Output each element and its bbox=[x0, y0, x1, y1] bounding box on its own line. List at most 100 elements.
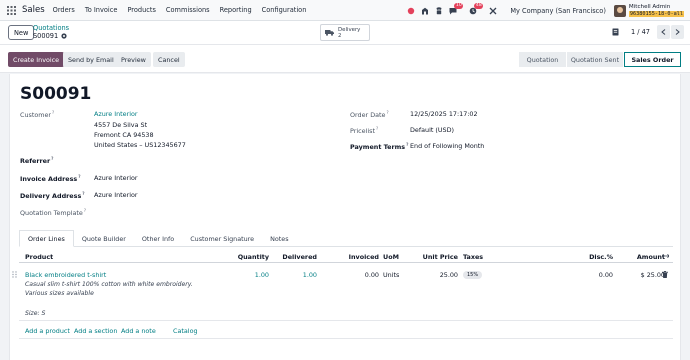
line-invoiced: 0.00 bbox=[364, 271, 379, 279]
add-note-link[interactable]: Add a note bbox=[121, 327, 156, 335]
line-variant-size: Size: S bbox=[25, 310, 46, 317]
cancel-button[interactable]: Cancel bbox=[153, 52, 185, 67]
invoice-address-field[interactable]: Azure Interior bbox=[94, 174, 138, 182]
table-row[interactable]: Black embroidered t-shirt Casual slim t-… bbox=[12, 267, 673, 321]
user-name: Mitchell Admin bbox=[628, 3, 671, 10]
help-icon[interactable]: ? bbox=[51, 156, 53, 161]
stage-selector: Quotation Quotation Sent Sales Order bbox=[519, 52, 681, 67]
messages-badge: 10 bbox=[454, 3, 464, 9]
form-sheet: S00091 Customer? Azure Interior 4557 De … bbox=[9, 74, 681, 360]
add-product-link[interactable]: Add a product bbox=[25, 327, 70, 335]
tab-order-lines[interactable]: Order Lines bbox=[19, 230, 74, 247]
breadcrumb-current: S00091 bbox=[33, 32, 69, 40]
user-menu[interactable]: Mitchell Admin 96380155-18-0-all bbox=[628, 3, 684, 18]
customer-label: Customer? bbox=[20, 110, 55, 120]
payment-terms-label: Payment Terms? bbox=[350, 142, 409, 152]
payment-terms-field[interactable]: End of Following Month bbox=[410, 142, 484, 150]
line-uom[interactable]: Units bbox=[383, 271, 399, 279]
top-navbar: Sales Orders To Invoice Products Commiss… bbox=[0, 0, 690, 21]
stage-quotation[interactable]: Quotation bbox=[519, 52, 567, 67]
shop-icon[interactable] bbox=[418, 0, 432, 21]
activity-clock-icon[interactable]: 48 bbox=[466, 0, 484, 21]
delivery-address-field[interactable]: Azure Interior bbox=[94, 191, 138, 199]
help-icon[interactable]: ? bbox=[52, 110, 54, 115]
pager-previous-button[interactable] bbox=[657, 25, 670, 39]
optional-columns-icon[interactable] bbox=[661, 253, 670, 261]
preview-button[interactable]: Preview bbox=[116, 52, 151, 67]
control-panel: New Quotations S00091 Delivery 2 1 / 47 bbox=[0, 21, 690, 45]
user-avatar[interactable] bbox=[613, 4, 626, 17]
col-discount[interactable]: Disc.% bbox=[563, 253, 613, 261]
delivery-smart-button[interactable]: Delivery 2 bbox=[320, 24, 370, 41]
order-date-field[interactable]: 12/25/2025 17:17:02 bbox=[410, 110, 478, 118]
menu-reporting[interactable]: Reporting bbox=[220, 6, 252, 14]
customer-street: 4557 De Silva St bbox=[94, 121, 148, 129]
stage-sales-order[interactable]: Sales Order bbox=[624, 52, 681, 67]
catalog-link[interactable]: Catalog bbox=[173, 327, 198, 335]
col-quantity[interactable]: Quantity bbox=[219, 253, 269, 261]
delivery-address-label: Delivery Address? bbox=[20, 191, 85, 201]
line-discount[interactable]: 0.00 bbox=[563, 271, 613, 279]
add-section-link[interactable]: Add a section bbox=[74, 327, 117, 335]
help-icon[interactable]: ? bbox=[376, 126, 378, 131]
messages-icon[interactable]: 10 bbox=[446, 0, 464, 21]
menu-configuration[interactable]: Configuration bbox=[262, 6, 307, 14]
menu-orders[interactable]: Orders bbox=[53, 6, 75, 14]
tab-other-info[interactable]: Other Info bbox=[134, 230, 182, 247]
pricelist-field[interactable]: Default (USD) bbox=[410, 126, 454, 134]
menu-to-invoice[interactable]: To Invoice bbox=[85, 6, 118, 14]
col-amount[interactable]: Amount bbox=[615, 253, 665, 261]
create-invoice-button[interactable]: Create Invoice bbox=[8, 52, 65, 67]
menu-products[interactable]: Products bbox=[127, 6, 155, 14]
help-icon[interactable]: ? bbox=[78, 174, 80, 179]
tab-customer-signature[interactable]: Customer Signature bbox=[182, 230, 262, 247]
help-icon[interactable]: ? bbox=[406, 142, 408, 147]
chevron-left-icon bbox=[661, 29, 666, 35]
app-name[interactable]: Sales bbox=[22, 5, 45, 15]
delivery-count: 2 bbox=[338, 32, 342, 39]
col-uom[interactable]: UoM bbox=[383, 253, 399, 261]
apps-grid-icon[interactable] bbox=[0, 0, 22, 21]
phone-icon[interactable] bbox=[432, 0, 446, 21]
pricelist-label: Pricelist? bbox=[350, 126, 379, 136]
gear-icon[interactable] bbox=[61, 33, 67, 39]
help-icon[interactable]: ? bbox=[82, 191, 84, 196]
stage-quotation-sent[interactable]: Quotation Sent bbox=[567, 52, 624, 67]
invoice-address-label: Invoice Address? bbox=[20, 174, 81, 184]
debug-tools-icon[interactable] bbox=[486, 0, 500, 21]
company-switcher[interactable]: My Company (San Francisco) bbox=[510, 7, 606, 15]
quotation-template-label: Quotation Template? bbox=[20, 208, 86, 218]
new-button[interactable]: New bbox=[8, 25, 35, 40]
line-product[interactable]: Black embroidered t-shirt bbox=[25, 271, 106, 279]
line-quantity[interactable]: 1.00 bbox=[219, 271, 269, 279]
pager-value[interactable]: 1 / 47 bbox=[631, 28, 650, 36]
line-unit-price[interactable]: 25.00 bbox=[408, 271, 458, 279]
order-lines-header: Product Quantity Delivered Invoiced UoM … bbox=[19, 251, 673, 263]
help-icon[interactable]: ? bbox=[84, 208, 86, 213]
paperclip-icon[interactable] bbox=[612, 28, 631, 36]
customer-name[interactable]: Azure Interior bbox=[94, 110, 138, 118]
form-statusbar: Create Invoice Send by Email Preview Can… bbox=[0, 45, 690, 73]
help-icon[interactable]: ? bbox=[386, 110, 388, 115]
line-description: Casual slim t-shirt 100% cotton with whi… bbox=[25, 281, 193, 297]
order-title: S00091 bbox=[20, 84, 92, 104]
drag-handle-icon[interactable] bbox=[12, 271, 17, 280]
menu-commissions[interactable]: Commissions bbox=[166, 6, 210, 14]
col-unit-price[interactable]: Unit Price bbox=[408, 253, 458, 261]
line-tax-tag[interactable]: 15% bbox=[463, 271, 483, 279]
col-product[interactable]: Product bbox=[25, 253, 53, 261]
chevron-right-icon bbox=[675, 29, 680, 35]
record-icon[interactable] bbox=[404, 0, 418, 21]
col-taxes[interactable]: Taxes bbox=[463, 253, 483, 261]
col-invoiced[interactable]: Invoiced bbox=[329, 253, 379, 261]
notebook-tabs: Order Lines Quote Builder Other Info Cus… bbox=[19, 230, 673, 247]
tab-quote-builder[interactable]: Quote Builder bbox=[74, 230, 134, 247]
breadcrumb-quotations[interactable]: Quotations bbox=[33, 24, 69, 32]
pager-next-button[interactable] bbox=[671, 25, 684, 39]
database-name-text: 96380155-18-0-all bbox=[628, 10, 684, 17]
send-by-email-button[interactable]: Send by Email bbox=[63, 52, 119, 67]
activities-badge: 48 bbox=[474, 3, 484, 9]
tab-notes[interactable]: Notes bbox=[262, 230, 296, 247]
trash-icon[interactable] bbox=[662, 271, 668, 278]
col-delivered[interactable]: Delivered bbox=[267, 253, 317, 261]
